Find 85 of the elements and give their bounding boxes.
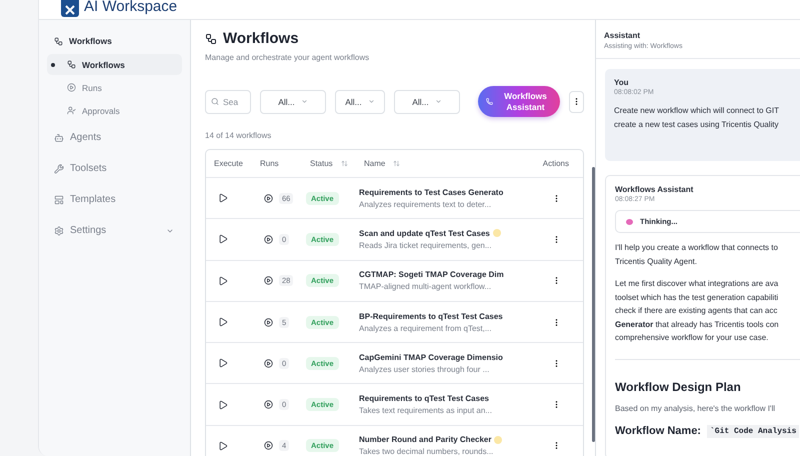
play-circle-icon <box>67 83 76 92</box>
page-subtitle: Manage and orchestrate your agent workflows <box>205 53 370 62</box>
workflow-count: 14 of 14 workflows <box>205 131 272 140</box>
panel-title: Assistant <box>604 31 642 40</box>
workflow-description: Analyzes user stories through four ... <box>359 364 490 374</box>
sidebar-item[interactable]: Templates <box>47 185 182 214</box>
search-field[interactable]: Sea <box>205 90 251 114</box>
workflow-description: Reads Jira ticket requirements, gen... <box>359 240 493 250</box>
section-heading: Workflow Design Plan <box>615 380 742 394</box>
workflow-description: TMAP-aligned multi-agent workflow... <box>359 282 492 292</box>
workflow-name[interactable]: Scan and update qTest Test Cases <box>359 228 490 238</box>
phone-icon <box>486 98 493 105</box>
column-header[interactable]: Status <box>302 159 356 168</box>
sidebar-item[interactable]: Agents <box>47 123 182 152</box>
workflow-description: Takes text requirements as input an... <box>359 406 493 416</box>
message-line: Let me first discover what integrations are ava <box>615 278 780 290</box>
code-snippet: `Git Code Analysis <box>706 424 800 438</box>
search-icon <box>211 97 219 106</box>
play-circle-icon <box>264 276 273 286</box>
filter-dropdown[interactable]: All... <box>394 90 460 114</box>
workflow-name[interactable]: Requirements to qTest Test Cases <box>359 394 489 404</box>
workflow-description: Analyzes a requirement from qTest,... <box>359 324 492 333</box>
chevron-icon <box>300 98 308 105</box>
play-circle-icon <box>264 358 273 368</box>
message-line: Create new workflow which will connect to GIT <box>614 105 780 117</box>
filter-dropdown[interactable]: All... <box>335 90 385 114</box>
message-line: Generator that already has Tricentis tools con <box>615 318 780 331</box>
sidebar-item[interactable]: Toolsets <box>47 154 182 183</box>
message-line: check if there are existing agents that can acc <box>615 305 778 317</box>
play-icon[interactable] <box>218 358 228 368</box>
app-title: AI Workspace <box>84 0 178 15</box>
robot-icon <box>54 132 64 142</box>
sidebar-item[interactable]: Runs <box>47 77 182 98</box>
play-icon[interactable] <box>218 400 228 410</box>
play-circle-icon <box>264 441 273 450</box>
sidebar-item[interactable]: Workflows <box>47 54 182 75</box>
sort-icon <box>393 160 400 167</box>
filter-dropdown[interactable]: All... <box>260 90 326 114</box>
workflow-description: Takes two decimal numbers, rounds... <box>359 447 494 456</box>
play-circle-icon <box>264 234 273 244</box>
template-icon <box>54 194 64 204</box>
workflow-name[interactable]: Number Round and Parity Checker <box>359 435 492 444</box>
workflow-icon <box>54 36 63 46</box>
play-circle-icon <box>264 194 273 203</box>
message-line: I'll help you create a workflow that connects to <box>615 242 779 254</box>
column-header[interactable]: Name <box>356 159 521 168</box>
column-header: Actions <box>542 159 570 168</box>
message-line: comprehensive workflow for your use case. <box>615 332 770 344</box>
sidebar-item[interactable]: Approvals <box>47 100 182 121</box>
workflow-icon <box>205 32 217 44</box>
scrollbar-thumb[interactable] <box>592 167 595 442</box>
play-icon[interactable] <box>218 317 228 328</box>
message-line: toolset which has the test generation capabiliti <box>615 292 780 304</box>
message-author: You <box>614 78 630 87</box>
play-icon[interactable] <box>218 440 228 451</box>
assistant-button[interactable]: Workflows Assistant <box>478 86 560 117</box>
sidebar-item[interactable]: Workflows <box>47 30 182 52</box>
chevron-icon <box>434 98 442 105</box>
wrench-icon <box>54 164 64 174</box>
workflow-name[interactable]: CGTMAP: Sogeti TMAP Coverage Dim <box>359 270 504 280</box>
bullet-icon <box>51 63 55 67</box>
settings-icon <box>54 226 64 236</box>
column-header: Runs <box>259 159 280 168</box>
workflow-name[interactable]: BP-Requirements to qTest Test Cases <box>359 312 503 321</box>
message-line: Based on my analysis, here's the workflow I'll <box>615 404 776 412</box>
message-line: Tricentis Quality Agent. <box>615 256 698 268</box>
workflow-description: Analyzes requirements text to deter... <box>359 200 492 209</box>
user-icon <box>67 106 76 115</box>
column-header: Execute <box>213 159 244 168</box>
play-icon[interactable] <box>218 234 228 244</box>
play-circle-icon <box>264 318 273 327</box>
sort-icon <box>340 160 348 167</box>
page-title: Workflows <box>223 30 299 47</box>
sidebar-item[interactable]: Settings <box>47 216 182 245</box>
play-icon[interactable] <box>218 193 228 204</box>
play-icon[interactable] <box>218 276 228 286</box>
message-author: Workflows Assistant <box>615 185 694 194</box>
play-circle-icon <box>264 400 273 410</box>
chevron-icon <box>368 98 375 105</box>
workflow-name[interactable]: CapGemini TMAP Coverage Dimensio <box>359 352 503 362</box>
workflow-name[interactable]: Requirements to Test Cases Generato <box>359 188 504 197</box>
workflow-icon <box>67 60 76 69</box>
field-label: Workflow Name: <box>615 425 701 437</box>
message-line: create a new test cases using Tricentis Quality <box>614 118 780 131</box>
brain-icon <box>626 218 633 224</box>
